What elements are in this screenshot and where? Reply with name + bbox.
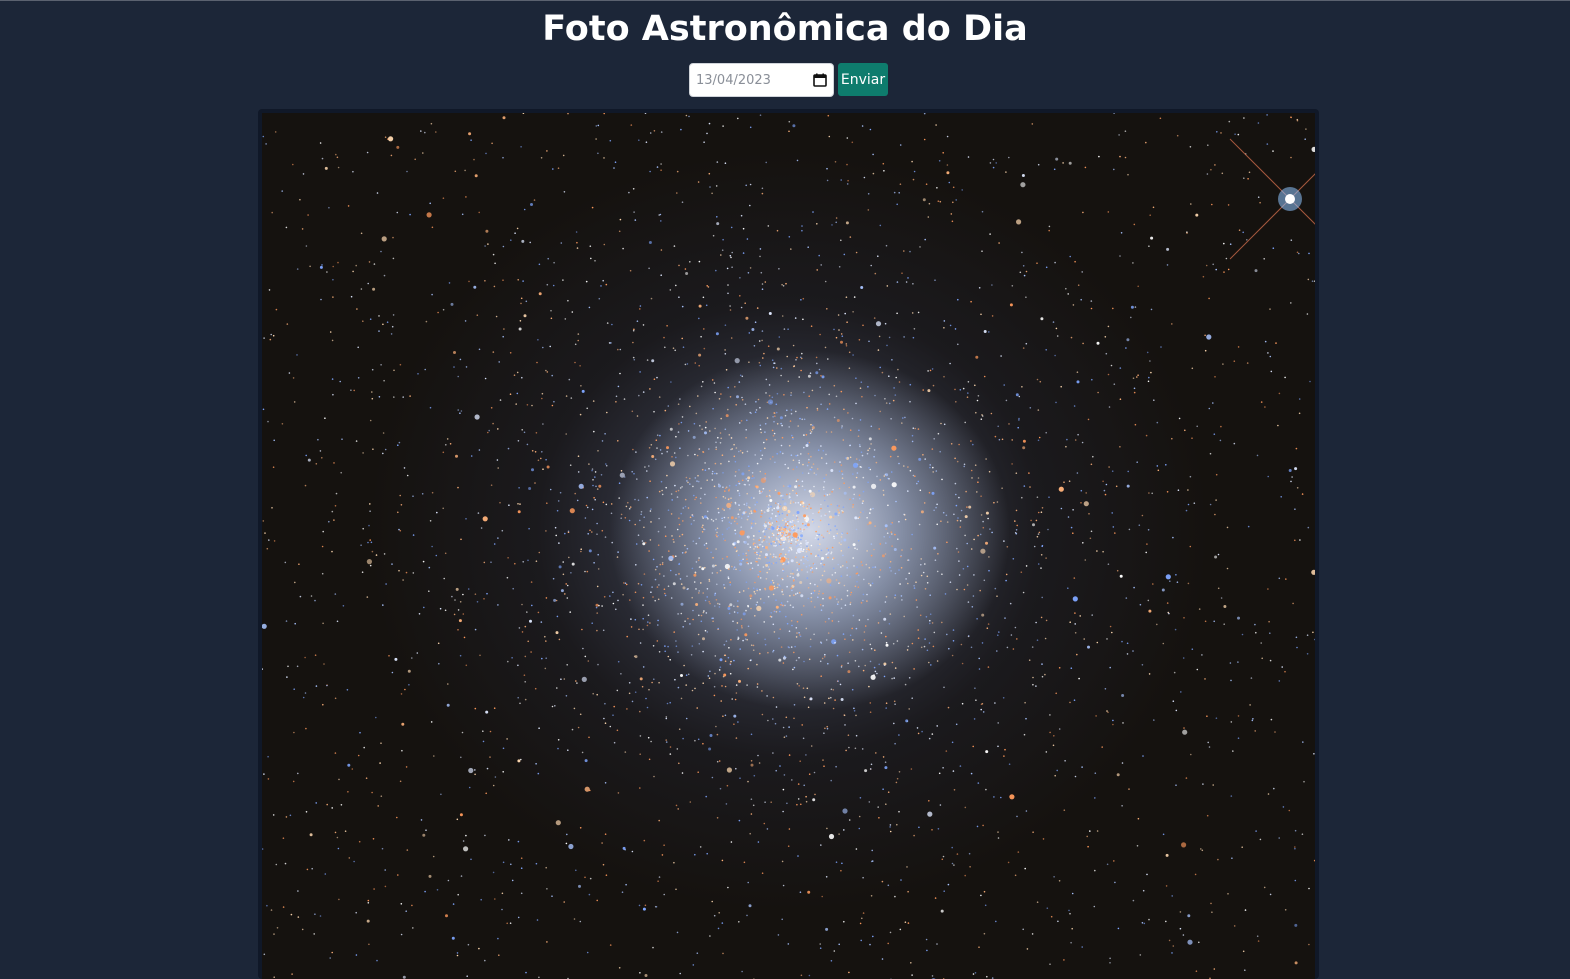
- bright-star: [1230, 139, 1315, 259]
- photo-frame: [258, 109, 1319, 979]
- date-input-value: 13/04/2023: [696, 73, 813, 88]
- page-title: Foto Astronômica do Dia: [0, 6, 1570, 52]
- calendar-icon[interactable]: [813, 73, 827, 87]
- submit-button[interactable]: Enviar: [838, 63, 888, 96]
- star-cluster-image: [262, 113, 1315, 979]
- date-input[interactable]: 13/04/2023: [689, 63, 834, 97]
- astronomy-photo: [262, 113, 1315, 979]
- window-top-border: [0, 0, 1570, 1]
- date-form: 13/04/2023 Enviar: [689, 63, 888, 97]
